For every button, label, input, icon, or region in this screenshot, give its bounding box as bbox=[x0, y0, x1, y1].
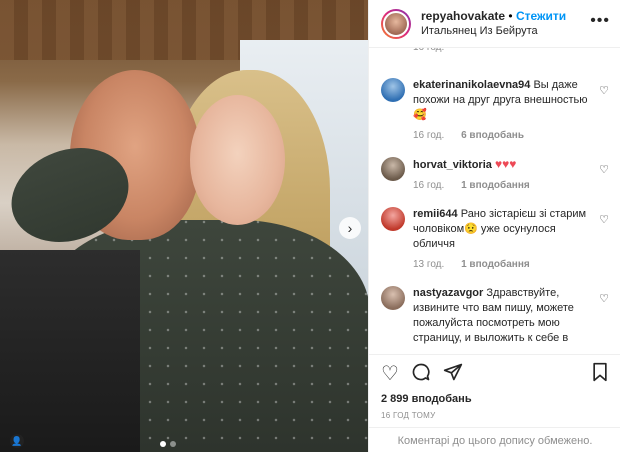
comments-list[interactable]: 16 год. ekaterinanikolaevna94 Вы даже по… bbox=[369, 48, 620, 354]
post-time: 16 ГОД ТОМУ bbox=[381, 411, 436, 420]
photo-woman-face bbox=[190, 95, 285, 225]
carousel-dots bbox=[160, 441, 176, 447]
comment-avatar[interactable] bbox=[381, 207, 405, 231]
post-panel: repyahovakate • Стежити Итальянец Из Бей… bbox=[368, 0, 620, 452]
post-header: repyahovakate • Стежити Итальянец Из Бей… bbox=[369, 0, 620, 48]
comment-meta: 13 год. 1 вподобання bbox=[413, 259, 591, 270]
bookmark-icon[interactable] bbox=[591, 362, 609, 386]
comment-username[interactable]: ekaterinanikolaevna94 bbox=[413, 79, 530, 91]
comment-text: remii644 Рано зістарієш зі старим чолові… bbox=[413, 207, 591, 252]
like-icon[interactable]: ♡ bbox=[381, 364, 399, 384]
comment-likes[interactable]: 6 вподобань bbox=[461, 130, 524, 141]
post-location[interactable]: Итальянец Из Бейрута bbox=[421, 24, 610, 38]
comment-time-partial: 16 год. bbox=[369, 48, 620, 56]
follow-button[interactable]: Стежити bbox=[516, 9, 566, 23]
more-icon[interactable]: ••• bbox=[590, 12, 610, 30]
like-comment-icon[interactable]: ♡ bbox=[599, 213, 609, 226]
like-comment-icon[interactable]: ♡ bbox=[599, 84, 609, 97]
comment-meta: 16 год. 6 вподобань bbox=[413, 130, 591, 141]
comment-avatar[interactable] bbox=[381, 157, 405, 181]
tagged-user-icon[interactable]: 👤 bbox=[10, 434, 24, 448]
action-icons: ♡ bbox=[381, 361, 609, 387]
likes-count[interactable]: 2 899 вподобань bbox=[381, 393, 609, 405]
post-photo[interactable]: › 👤 bbox=[0, 0, 368, 452]
comment-likes[interactable]: 1 вподобання bbox=[461, 259, 530, 270]
comment: ekaterinanikolaevna94 Вы даже похожи на … bbox=[369, 78, 620, 141]
comment: horvat_viktoria ♥♥♥ 16 год. 1 вподобання… bbox=[369, 157, 620, 191]
comment: nastyazavgor Здравствуйте, извините что … bbox=[369, 286, 620, 346]
comment-username[interactable]: remii644 bbox=[413, 208, 458, 220]
comment-time: 13 год. bbox=[413, 259, 445, 270]
follow-separator: • bbox=[508, 9, 513, 23]
like-comment-icon[interactable]: ♡ bbox=[599, 163, 609, 176]
comment-likes[interactable]: 1 вподобання bbox=[461, 180, 530, 191]
share-icon[interactable] bbox=[443, 362, 463, 386]
comment: remii644 Рано зістарієш зі старим чолові… bbox=[369, 207, 620, 270]
comment-username[interactable]: nastyazavgor bbox=[413, 287, 483, 299]
comment-text: ekaterinanikolaevna94 Вы даже похожи на … bbox=[413, 78, 591, 123]
comment-avatar[interactable] bbox=[381, 286, 405, 310]
next-slide-icon[interactable]: › bbox=[339, 217, 361, 239]
header-text: repyahovakate • Стежити Итальянец Из Бей… bbox=[421, 9, 610, 38]
comment-username[interactable]: horvat_viktoria bbox=[413, 159, 492, 171]
carousel-dot bbox=[170, 441, 176, 447]
post-actions: ♡ 2 899 вподобань 16 ГОД ТОМУ Коментарі … bbox=[369, 354, 620, 452]
comment-icon[interactable] bbox=[411, 362, 431, 386]
comments-disabled-notice: Коментарі до цього допису обмежено. bbox=[369, 427, 620, 452]
author-username[interactable]: repyahovakate bbox=[421, 9, 505, 23]
comment-time: 16 год. bbox=[413, 180, 445, 191]
photo-man-shirt bbox=[0, 250, 140, 452]
comment-meta: 16 год. 1 вподобання bbox=[413, 180, 591, 191]
comment-body: ♥♥♥ bbox=[494, 157, 517, 171]
comment-text: nastyazavgor Здравствуйте, извините что … bbox=[413, 286, 591, 346]
comment-text: horvat_viktoria ♥♥♥ bbox=[413, 157, 591, 173]
carousel-dot-active bbox=[160, 441, 166, 447]
like-comment-icon[interactable]: ♡ bbox=[599, 292, 609, 305]
author-avatar[interactable] bbox=[381, 8, 411, 39]
comment-avatar[interactable] bbox=[381, 78, 405, 102]
comment-time: 16 год. bbox=[413, 130, 445, 141]
